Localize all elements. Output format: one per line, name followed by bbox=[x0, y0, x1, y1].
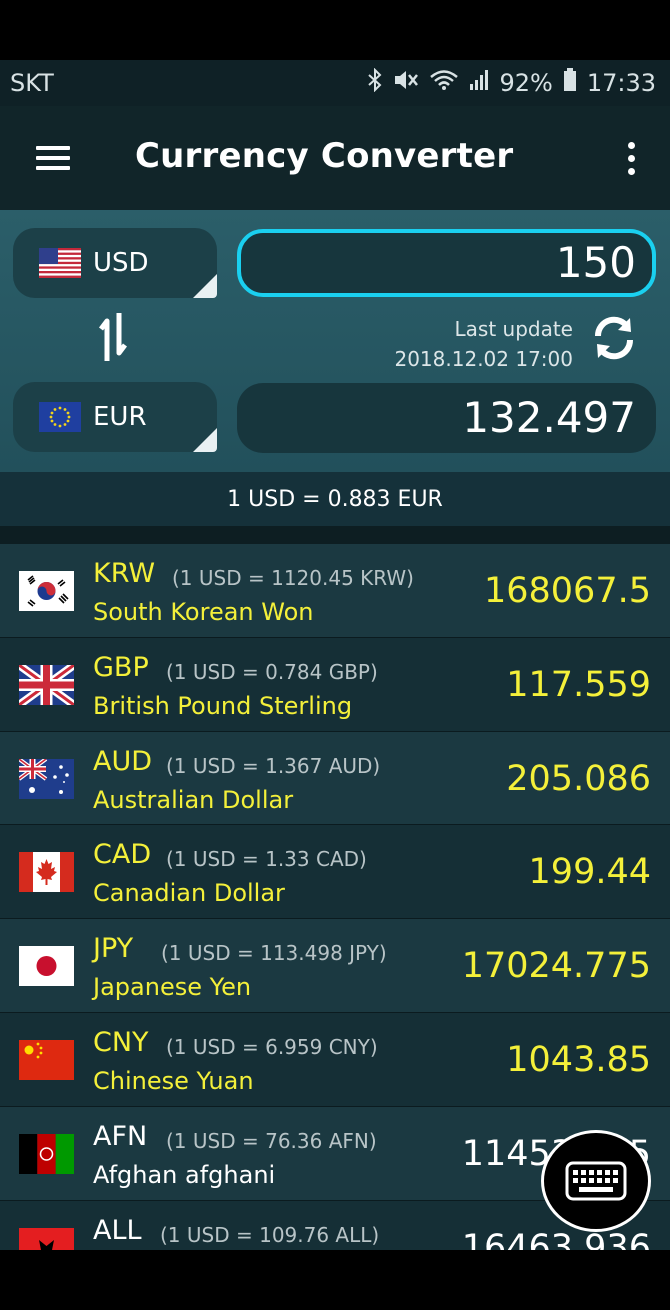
navigation-bar bbox=[0, 1250, 670, 1310]
currency-code: CNY bbox=[93, 1026, 149, 1058]
converter-panel: USD 150 Last update 2018.12.02 17:00 EUR… bbox=[0, 210, 670, 472]
eu-flag-icon bbox=[39, 402, 81, 432]
currency-name: Chinese Yuan bbox=[93, 1066, 254, 1095]
keyboard-icon bbox=[565, 1161, 627, 1201]
jp-flag-icon bbox=[19, 946, 74, 987]
to-currency-select[interactable]: EUR bbox=[13, 382, 217, 452]
refresh-icon[interactable] bbox=[590, 314, 638, 362]
currency-rate: (1 USD = 1.33 CAD) bbox=[166, 847, 367, 872]
last-update-label: Last update bbox=[454, 317, 574, 341]
currency-rate: (1 USD = 0.784 GBP) bbox=[166, 659, 378, 684]
converted-value: 168067.5 bbox=[483, 571, 651, 611]
ca-flag-icon bbox=[19, 852, 74, 893]
af-flag-icon bbox=[19, 1133, 74, 1174]
currency-name: Afghan afghani bbox=[93, 1160, 276, 1189]
al-flag-icon bbox=[19, 1227, 74, 1250]
currency-rate: (1 USD = 76.36 AFN) bbox=[166, 1128, 377, 1153]
currency-rate: (1 USD = 6.959 CNY) bbox=[166, 1034, 378, 1059]
currency-code: AFN bbox=[93, 1120, 148, 1152]
gb-flag-icon bbox=[19, 664, 74, 705]
converted-value: 17024.775 bbox=[461, 946, 651, 987]
converted-value: 205.086 bbox=[506, 758, 651, 799]
converted-value: 16463.936 bbox=[461, 1227, 651, 1250]
last-update-time: 2018.12.02 17:00 bbox=[394, 347, 573, 371]
converted-value: 199.44 bbox=[528, 852, 651, 893]
currency-rate: (1 USD = 113.498 JPY) bbox=[161, 941, 387, 966]
divider bbox=[0, 526, 670, 544]
currency-rate: (1 USD = 1.367 AUD) bbox=[166, 753, 381, 778]
kr-flag-icon bbox=[19, 571, 74, 611]
battery-icon bbox=[563, 68, 577, 98]
keyboard-button[interactable] bbox=[541, 1130, 651, 1232]
currency-name: Canadian Dollar bbox=[93, 879, 285, 908]
currency-rate: (1 USD = 109.76 ALL) bbox=[160, 1222, 380, 1247]
wifi-icon bbox=[429, 69, 459, 97]
last-update: Last update 2018.12.02 17:00 bbox=[394, 314, 573, 374]
list-item[interactable]: KRW (1 USD = 1120.45 KRW) South Korean W… bbox=[0, 544, 670, 638]
battery-percent: 92% bbox=[499, 69, 553, 97]
carrier-label: SKT bbox=[10, 69, 54, 97]
currency-name: South Korean Won bbox=[93, 598, 314, 626]
currency-code: CAD bbox=[93, 839, 152, 871]
menu-icon[interactable] bbox=[36, 146, 70, 170]
currency-code: ALL bbox=[93, 1214, 142, 1246]
bluetooth-icon bbox=[367, 67, 383, 98]
signal-icon bbox=[469, 69, 489, 97]
list-item[interactable]: GBP (1 USD = 0.784 GBP) British Pound St… bbox=[0, 637, 670, 732]
converted-value: 117.559 bbox=[506, 664, 651, 705]
amount-input[interactable]: 150 bbox=[237, 229, 656, 297]
app-title: Currency Converter bbox=[135, 136, 514, 176]
status-bar: SKT 92% 17:33 bbox=[0, 60, 670, 106]
currency-code: KRW bbox=[93, 558, 156, 589]
currency-rate: (1 USD = 1120.45 KRW) bbox=[172, 566, 414, 590]
currency-name: Australian Dollar bbox=[93, 785, 294, 814]
mute-icon bbox=[393, 69, 419, 97]
list-item[interactable]: AUD (1 USD = 1.367 AUD) Australian Dolla… bbox=[0, 731, 670, 826]
app-bar: Currency Converter bbox=[0, 106, 670, 210]
currency-name: British Pound Sterling bbox=[93, 691, 353, 720]
us-flag-icon bbox=[39, 248, 81, 278]
from-currency-code: USD bbox=[93, 248, 149, 278]
converted-value: 1043.85 bbox=[506, 1039, 651, 1080]
rate-summary: 1 USD = 0.883 EUR bbox=[0, 472, 670, 526]
currency-code: JPY bbox=[93, 933, 134, 965]
result-value: 132.497 bbox=[237, 383, 656, 453]
currency-name: Japanese Yen bbox=[93, 973, 252, 1002]
from-currency-select[interactable]: USD bbox=[13, 228, 217, 298]
currency-code: GBP bbox=[93, 651, 149, 683]
au-flag-icon bbox=[19, 758, 74, 799]
currency-code: AUD bbox=[93, 745, 153, 777]
list-item[interactable]: CNY (1 USD = 6.959 CNY) Chinese Yuan 104… bbox=[0, 1012, 670, 1107]
swap-icon[interactable] bbox=[98, 311, 128, 363]
cn-flag-icon bbox=[19, 1039, 74, 1080]
clock: 17:33 bbox=[586, 69, 656, 97]
status-icons: 92% 17:33 bbox=[367, 67, 656, 98]
list-item[interactable]: JPY (1 USD = 113.498 JPY) Japanese Yen 1… bbox=[0, 919, 670, 1013]
more-vert-icon[interactable] bbox=[626, 142, 636, 176]
list-item[interactable]: CAD (1 USD = 1.33 CAD) Canadian Dollar 1… bbox=[0, 825, 670, 920]
to-currency-code: EUR bbox=[93, 402, 147, 432]
